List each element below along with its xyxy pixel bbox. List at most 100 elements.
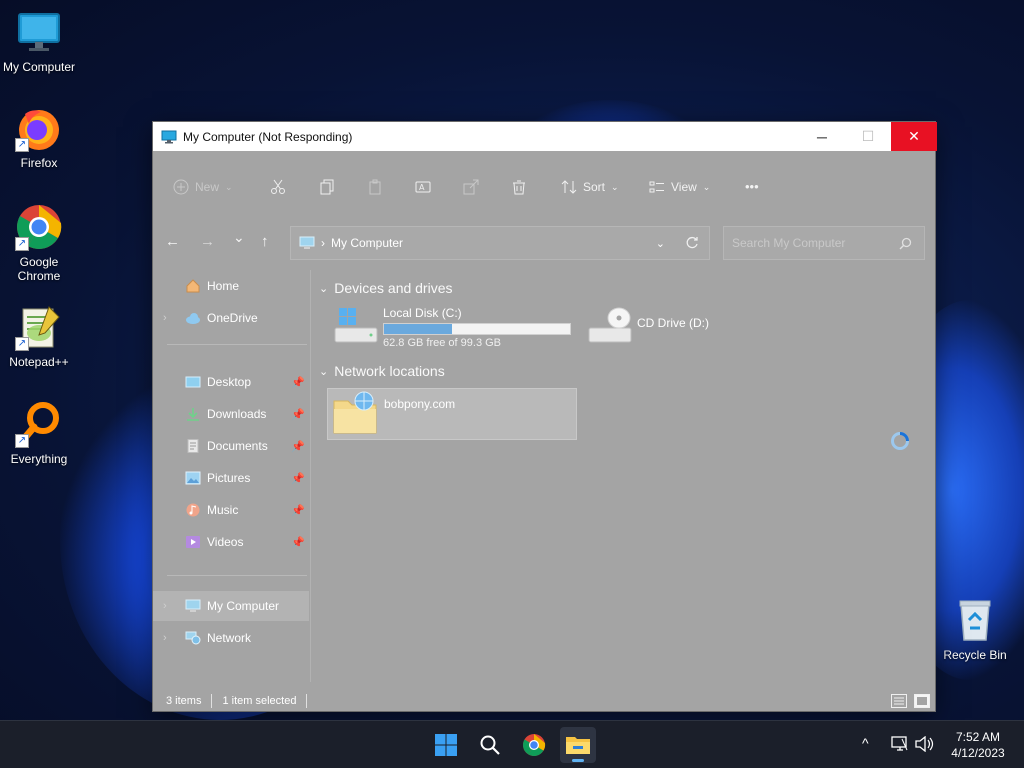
desktop-icon-label: Recycle Bin [943, 648, 1007, 662]
pin-icon[interactable]: 📌 [291, 472, 305, 485]
desktop-icon-notepadpp[interactable]: ↗ Notepad++ [1, 303, 77, 369]
busy-spinner-icon [891, 432, 909, 450]
start-button[interactable] [428, 727, 464, 763]
video-icon [186, 536, 200, 548]
more-options-button[interactable]: ••• [745, 179, 759, 194]
desktop-icon-firefox[interactable]: ↗ Firefox [1, 104, 77, 170]
network-location-item[interactable]: bobpony.com [327, 388, 577, 440]
monitor-icon [15, 8, 63, 56]
scissors-icon [271, 179, 285, 194]
group-title: Network locations [334, 363, 445, 379]
paste-button[interactable] [367, 179, 383, 195]
chevron-right-icon[interactable]: › [163, 632, 177, 644]
pin-icon[interactable]: 📌 [291, 440, 305, 453]
desktop-icon-label: Everything [10, 452, 68, 466]
sidebar-item-documents[interactable]: Documents 📌 [153, 431, 309, 461]
drive-cd-d[interactable]: CD Drive (D:) [587, 306, 709, 346]
pin-icon[interactable]: 📌 [291, 536, 305, 549]
divider [167, 344, 307, 345]
pin-icon[interactable]: 📌 [291, 504, 305, 517]
taskbar-search-button[interactable] [472, 727, 508, 763]
window-title: My Computer (Not Responding) [183, 129, 353, 144]
sidebar-item-desktop[interactable]: Desktop 📌 [153, 367, 309, 397]
breadcrumb-my-computer[interactable]: My Computer [331, 236, 403, 250]
view-button[interactable]: View ⌄ [649, 179, 710, 195]
cloud-icon [186, 313, 200, 324]
title-bar[interactable]: My Computer (Not Responding) ─ ☐ ✕ [153, 122, 937, 151]
network-icon [185, 631, 201, 645]
search-input[interactable]: Search My Computer [723, 226, 925, 260]
new-button[interactable]: New ⌄ [173, 179, 233, 195]
pin-icon[interactable]: 📌 [291, 376, 305, 389]
chevron-right-icon[interactable]: › [163, 312, 177, 324]
details-view-icon[interactable] [891, 694, 907, 708]
back-button[interactable]: ← [165, 233, 180, 250]
share-button[interactable] [463, 179, 479, 195]
new-label: New [195, 180, 220, 194]
breadcrumb-separator: › [321, 236, 325, 250]
chrome-icon: ↗ [15, 203, 63, 251]
folder-icon [566, 737, 590, 754]
chevron-down-icon[interactable]: ⌄ [656, 237, 665, 250]
plus-circle-icon [173, 179, 189, 195]
sort-button[interactable]: Sort ⌄ [561, 179, 619, 195]
address-bar[interactable]: › My Computer ⌄ [290, 226, 710, 260]
clock[interactable]: 7:52 AM 4/12/2023 [938, 729, 1018, 761]
refresh-icon[interactable] [685, 236, 699, 250]
sidebar-item-label: Music [207, 503, 239, 517]
close-icon: ✕ [908, 128, 920, 144]
explorer-window[interactable]: My Computer (Not Responding) ─ ☐ ✕ New ⌄… [152, 121, 937, 712]
sidebar-item-pictures[interactable]: Pictures 📌 [153, 463, 309, 493]
sidebar-item-home[interactable]: Home [153, 271, 309, 301]
rename-button[interactable]: A [415, 179, 431, 195]
network-status-icon[interactable] [891, 736, 909, 752]
group-header-devices[interactable]: ⌄ Devices and drives [319, 280, 453, 296]
up-button[interactable]: ↑ [261, 233, 269, 250]
taskbar-file-explorer[interactable] [560, 727, 596, 763]
sidebar-item-onedrive[interactable]: › OneDrive [153, 303, 309, 333]
chevron-right-icon[interactable]: › [163, 600, 177, 612]
cut-button[interactable] [270, 179, 286, 195]
chevron-down-icon: ⌄ [319, 282, 329, 295]
copy-button[interactable] [319, 179, 335, 195]
sidebar-item-videos[interactable]: Videos 📌 [153, 527, 309, 557]
sidebar-item-label: Videos [207, 535, 244, 549]
sidebar-item-label: Home [207, 279, 240, 293]
forward-button[interactable]: → [200, 233, 215, 250]
sidebar-item-network[interactable]: › Network [153, 623, 309, 653]
volume-icon[interactable] [915, 736, 935, 752]
download-arrow-icon [187, 408, 199, 421]
close-button[interactable]: ✕ [891, 122, 937, 151]
shortcut-arrow-icon: ↗ [15, 337, 29, 351]
sidebar-item-label: Desktop [207, 375, 252, 389]
sidebar-item-my-computer[interactable]: › My Computer [153, 591, 309, 621]
chevron-down-icon: ⌄ [225, 181, 233, 192]
ellipsis-icon: ••• [745, 179, 759, 194]
maximize-button[interactable]: ☐ [845, 122, 891, 151]
desktop-icon-everything[interactable]: ↗ Everything [1, 400, 77, 466]
search-magnifier-icon: ↗ [15, 400, 63, 448]
large-icons-view-icon[interactable] [914, 694, 930, 708]
recycle-bin-icon [951, 596, 999, 644]
chevron-down-icon: ⌄ [319, 365, 329, 378]
delete-button[interactable] [511, 179, 527, 195]
sidebar-item-label: Downloads [207, 407, 267, 421]
picture-icon [185, 471, 201, 485]
desktop-icon-google-chrome[interactable]: ↗ Google Chrome [1, 203, 77, 283]
sort-label: Sort [583, 180, 606, 194]
pin-icon[interactable]: 📌 [291, 408, 305, 421]
recent-locations-button[interactable]: ⌄ [233, 229, 245, 246]
drive-local-disk-c[interactable]: Local Disk (C:) 62.8 GB free of 99.3 GB [333, 306, 571, 349]
local-disk-icon [334, 308, 378, 343]
desktop-icon-my-computer[interactable]: My Computer [1, 8, 77, 74]
minimize-button[interactable]: ─ [799, 122, 845, 151]
chevron-down-icon: ⌄ [611, 181, 619, 192]
sidebar-item-downloads[interactable]: Downloads 📌 [153, 399, 309, 429]
desktop-icon-recycle-bin[interactable]: Recycle Bin [937, 596, 1013, 662]
taskbar-chrome[interactable] [516, 727, 552, 763]
group-header-network[interactable]: ⌄ Network locations [319, 363, 445, 379]
windows-logo-icon [435, 734, 457, 756]
rename-icon: A [415, 181, 431, 193]
show-hidden-icons-button[interactable]: ^ [862, 735, 869, 751]
sidebar-item-music[interactable]: Music 📌 [153, 495, 309, 525]
